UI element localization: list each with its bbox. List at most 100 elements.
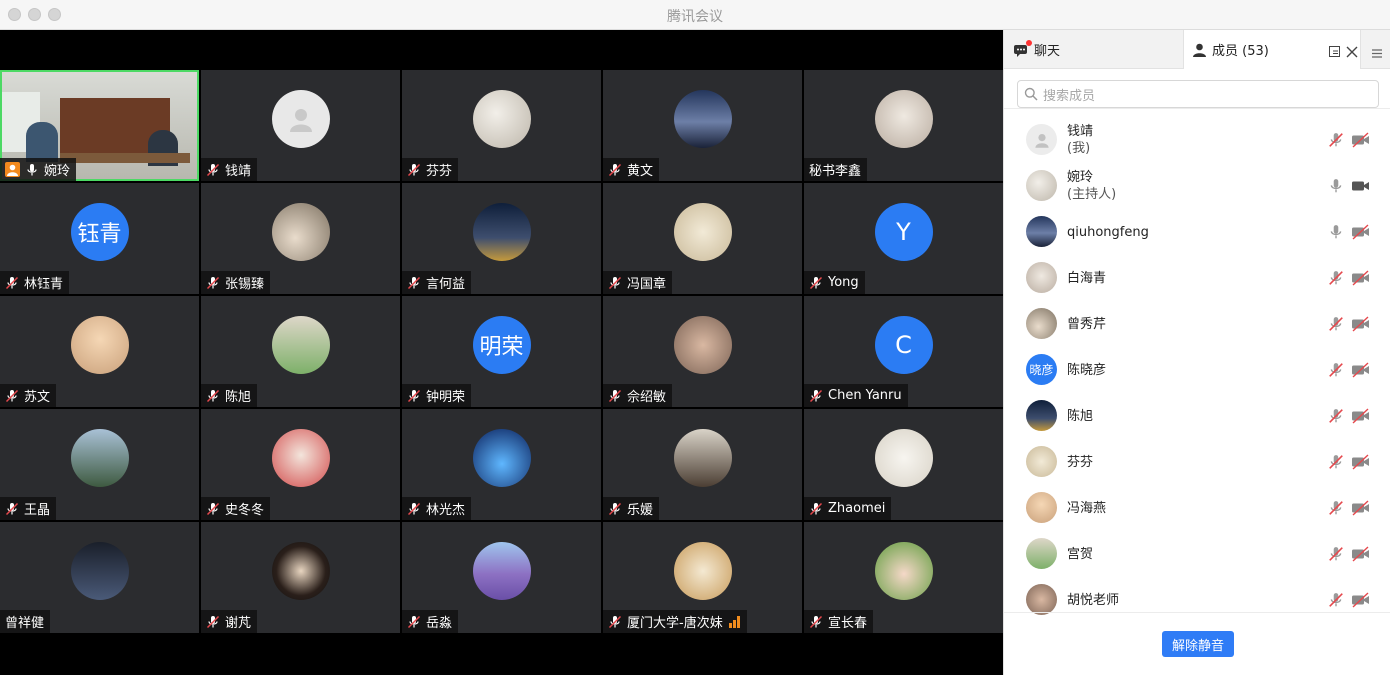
camera-off-icon[interactable] xyxy=(1351,454,1371,470)
video-tile[interactable]: 佘绍敏 xyxy=(603,296,802,407)
mic-muted-icon xyxy=(809,502,823,516)
panel-tabs: 聊天 成员 (53) xyxy=(1004,30,1390,69)
participant-avatar xyxy=(472,429,531,487)
participant-avatar: 钰青 xyxy=(70,203,129,261)
member-row[interactable]: 白海青 xyxy=(1004,255,1390,301)
participant-nameplate: 王晶 xyxy=(0,497,57,520)
video-tile[interactable]: 宣长春 xyxy=(804,522,1003,633)
title-bar: 腾讯会议 xyxy=(0,0,1390,30)
mic-muted-icon[interactable] xyxy=(1328,454,1344,470)
video-tile[interactable]: Zhaomei xyxy=(804,409,1003,520)
video-tile[interactable]: 史冬冬 xyxy=(201,409,400,520)
participant-nameplate: 钟明荣 xyxy=(402,384,472,407)
video-tile[interactable]: 钰青 林钰青 xyxy=(0,183,199,294)
member-name-block: 婉玲 (主持人) xyxy=(1067,163,1116,209)
mic-muted-icon[interactable] xyxy=(1328,546,1344,562)
tab-chat[interactable]: 聊天 xyxy=(1004,30,1182,69)
member-list: 钱靖 (我) 婉玲 (主持人) qiuhongfeng 白海青 曾秀芹 晓彦 陈晓彦陈旭芬芬冯海… xyxy=(1004,108,1390,615)
camera-off-icon[interactable] xyxy=(1351,132,1371,148)
member-row[interactable]: 曾秀芹 xyxy=(1004,301,1390,347)
participant-nameplate: 厦门大学-唐次妹 xyxy=(603,610,747,633)
mic-muted-icon[interactable] xyxy=(1328,316,1344,332)
camera-off-icon[interactable] xyxy=(1351,316,1371,332)
video-tile[interactable]: 婉玲 xyxy=(0,70,199,181)
video-tile[interactable]: 乐媛 xyxy=(603,409,802,520)
participant-nameplate: 岳淼 xyxy=(402,610,459,633)
participant-avatar xyxy=(673,203,732,261)
video-tile[interactable]: 钱靖 xyxy=(201,70,400,181)
video-tile[interactable]: 芬芬 xyxy=(402,70,601,181)
video-tile[interactable]: 岳淼 xyxy=(402,522,601,633)
mic-muted-icon xyxy=(608,276,622,290)
member-row[interactable]: 晓彦 陈晓彦 xyxy=(1004,347,1390,393)
participant-name: 秘书李鑫 xyxy=(809,164,862,179)
member-row[interactable]: qiuhongfeng xyxy=(1004,209,1390,255)
video-tile[interactable]: 明荣 钟明荣 xyxy=(402,296,601,407)
member-row[interactable]: 宫贺 xyxy=(1004,531,1390,577)
participant-avatar xyxy=(70,542,129,600)
mic-muted-icon[interactable] xyxy=(1328,270,1344,286)
chat-icon xyxy=(1013,39,1032,57)
participant-nameplate: 陈旭 xyxy=(201,384,258,407)
unread-dot xyxy=(1026,39,1032,46)
member-name: 钱靖 xyxy=(1067,124,1094,139)
video-tile[interactable]: 陈旭 xyxy=(201,296,400,407)
member-row[interactable]: 婉玲 (主持人) xyxy=(1004,163,1390,209)
member-name: 陈旭 xyxy=(1067,408,1094,424)
participant-nameplate: 林钰青 xyxy=(0,271,70,294)
video-tile[interactable]: 苏文 xyxy=(0,296,199,407)
video-tile[interactable]: 言何益 xyxy=(402,183,601,294)
participant-name: 林光杰 xyxy=(426,503,466,518)
member-search-input[interactable]: 搜索成员 xyxy=(1017,80,1379,108)
mic-muted-icon[interactable] xyxy=(1328,408,1344,424)
mic-icon[interactable] xyxy=(1328,178,1344,194)
video-tile[interactable]: 黄文 xyxy=(603,70,802,181)
camera-off-icon[interactable] xyxy=(1351,408,1371,424)
video-tile[interactable]: 秘书李鑫 xyxy=(804,70,1003,181)
video-tile[interactable]: 林光杰 xyxy=(402,409,601,520)
member-name: 婉玲 xyxy=(1067,170,1094,185)
video-tile[interactable]: 冯国章 xyxy=(603,183,802,294)
member-name: 芬芬 xyxy=(1067,454,1094,470)
mic-muted-icon xyxy=(809,615,823,629)
participant-nameplate: 黄文 xyxy=(603,158,660,181)
mic-muted-icon[interactable] xyxy=(1328,132,1344,148)
member-avatar xyxy=(1026,446,1057,477)
participant-avatar xyxy=(874,542,933,600)
video-tile[interactable]: 曾祥健 xyxy=(0,522,199,633)
video-tile[interactable]: Y Yong xyxy=(804,183,1003,294)
video-tile[interactable]: 张锡臻 xyxy=(201,183,400,294)
menu-icon[interactable] xyxy=(1371,44,1383,58)
member-row[interactable]: 冯海燕 xyxy=(1004,485,1390,531)
video-tile[interactable]: C Chen Yanru xyxy=(804,296,1003,407)
member-row[interactable]: 钱靖 (我) xyxy=(1004,117,1390,163)
participant-avatar xyxy=(673,429,732,487)
camera-icon[interactable] xyxy=(1351,178,1371,194)
camera-off-icon[interactable] xyxy=(1351,500,1371,516)
video-tile[interactable]: 厦门大学-唐次妹 xyxy=(603,522,802,633)
mic-icon[interactable] xyxy=(1328,224,1344,240)
mic-muted-icon[interactable] xyxy=(1328,500,1344,516)
popout-icon[interactable] xyxy=(1329,43,1341,57)
video-tile[interactable]: 王晶 xyxy=(0,409,199,520)
mic-muted-icon[interactable] xyxy=(1328,362,1344,378)
participant-name: 曾祥健 xyxy=(5,616,45,631)
unmute-button[interactable]: 解除静音 xyxy=(1162,631,1234,657)
camera-off-icon[interactable] xyxy=(1351,546,1371,562)
member-row[interactable]: 胡悦老师 xyxy=(1004,577,1390,623)
mic-muted-icon[interactable] xyxy=(1328,592,1344,608)
meeting-window: 腾讯会议 婉玲 钱靖 芬芬 黄文 秘书李鑫 钰青 林钰青 张锡臻 言何益 冯国章 Y Yong 苏文 陈旭… xyxy=(0,0,1390,675)
camera-off-icon[interactable] xyxy=(1351,224,1371,240)
mic-muted-icon xyxy=(5,502,19,516)
member-row[interactable]: 芬芬 xyxy=(1004,439,1390,485)
mic-muted-icon xyxy=(608,615,622,629)
participant-name: 陈旭 xyxy=(225,390,252,405)
camera-off-icon[interactable] xyxy=(1351,592,1371,608)
close-panel-icon[interactable] xyxy=(1346,43,1358,58)
mic-muted-icon xyxy=(608,389,622,403)
member-row[interactable]: 陈旭 xyxy=(1004,393,1390,439)
video-tile[interactable]: 谢芃 xyxy=(201,522,400,633)
camera-off-icon[interactable] xyxy=(1351,270,1371,286)
member-name-block: 曾秀芹 xyxy=(1067,301,1106,347)
camera-off-icon[interactable] xyxy=(1351,362,1371,378)
